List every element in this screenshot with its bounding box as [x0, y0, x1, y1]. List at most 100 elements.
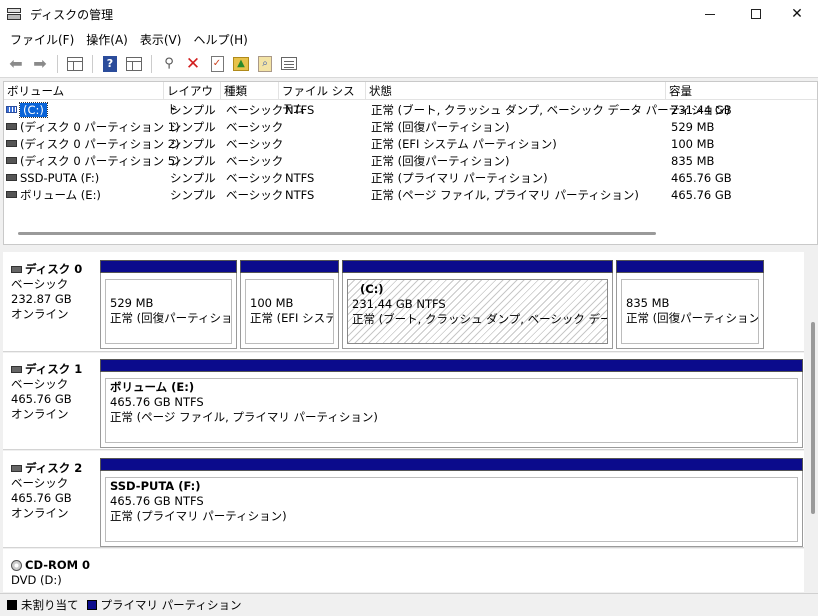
partition-f[interactable]: SSD-PUTA (F:) 465.76 GB NTFS 正常 (プライマリ パ…: [100, 458, 803, 547]
volume-type: ベーシック: [226, 103, 284, 117]
open-button[interactable]: ▲: [231, 54, 251, 74]
volume-filesystem: NTFS: [285, 171, 315, 185]
close-button[interactable]: ✕: [774, 0, 818, 28]
menu-help[interactable]: ヘルプ(H): [187, 31, 253, 48]
partition-e[interactable]: ボリューム (E:) 465.76 GB NTFS 正常 (ページ ファイル, …: [100, 359, 803, 448]
column-header-capacity[interactable]: 容量: [666, 82, 817, 100]
disk-1-label[interactable]: ディスク 1 ベーシック 465.76 GB オンライン: [6, 362, 100, 422]
volume-list[interactable]: ボリューム レイアウト 種類 ファイル システム 状態 容量 (C:) シンプル…: [3, 81, 818, 245]
title-bar: ディスクの管理 ✕: [0, 0, 818, 28]
table-row[interactable]: (ディスク 0 パーティション 5) シンプル ベーシック 正常 (回復パーティ…: [4, 153, 817, 170]
pane-splitter[interactable]: [0, 245, 818, 252]
toolbar-separator: [57, 54, 58, 73]
table-row[interactable]: ボリューム (E:) シンプル ベーシック NTFS 正常 (ページ ファイル,…: [4, 187, 817, 204]
legend-swatch: [86, 600, 97, 610]
partition-c[interactable]: (C:) 231.44 GB NTFS 正常 (ブート, クラッシュ ダンプ, …: [342, 260, 613, 349]
volume-type: ベーシック: [226, 137, 284, 151]
volume-layout: シンプル: [170, 120, 216, 134]
volume-icon: [6, 191, 17, 198]
toolbar-separator: [151, 54, 152, 73]
table-row[interactable]: (C:) シンプル ベーシック NTFS 正常 (ブート, クラッシュ ダンプ,…: [4, 102, 817, 119]
volume-list-header: ボリューム レイアウト 種類 ファイル システム 状態 容量: [4, 82, 817, 116]
legend-swatch: [7, 600, 17, 610]
search-document-icon: ⌕: [258, 55, 272, 72]
volume-status: 正常 (ページ ファイル, プライマリ パーティション): [371, 188, 639, 202]
column-header-status[interactable]: 状態: [366, 82, 666, 100]
partition-size: 100 MB: [250, 296, 294, 310]
horizontal-scrollbar[interactable]: [18, 232, 656, 235]
disk-icon: [11, 366, 22, 373]
properties-button[interactable]: [279, 54, 299, 74]
volume-layout: シンプル: [170, 154, 216, 168]
disk-state: オンライン: [11, 307, 69, 321]
menu-view[interactable]: 表示(V): [134, 31, 188, 48]
delete-button[interactable]: ✕: [183, 54, 203, 74]
volume-type: ベーシック: [226, 120, 284, 134]
vertical-scrollbar[interactable]: [811, 322, 815, 514]
legend-primary: プライマリ パーティション: [86, 597, 241, 613]
menu-action[interactable]: 操作(A): [80, 31, 134, 48]
menu-file[interactable]: ファイル(F): [4, 31, 80, 48]
volume-type: ベーシック: [226, 171, 284, 185]
minimize-button[interactable]: [687, 0, 733, 28]
show-hide-console-tree-button[interactable]: [65, 54, 85, 74]
table-row[interactable]: (ディスク 0 パーティション 2) シンプル ベーシック 正常 (EFI シス…: [4, 136, 817, 153]
minimize-icon: [705, 13, 715, 15]
column-header-filesystem[interactable]: ファイル システム: [279, 82, 366, 116]
volume-layout: シンプル: [170, 137, 216, 151]
connect-virtual-disk-button[interactable]: ⚲: [159, 54, 179, 74]
disk-name: CD-ROM 0: [25, 558, 91, 572]
primary-partition-bar: [342, 260, 613, 273]
volume-status: 正常 (回復パーティション): [371, 154, 510, 168]
close-icon: ✕: [791, 6, 803, 22]
disk-icon: [11, 465, 22, 472]
properties-icon: [281, 57, 297, 70]
volume-icon: [6, 174, 17, 181]
disk-name: ディスク 0: [25, 262, 83, 276]
disk-0-label[interactable]: ディスク 0 ベーシック 232.87 GB オンライン: [6, 262, 100, 322]
column-header-layout[interactable]: レイアウト: [164, 82, 221, 116]
volume-name: SSD-PUTA (F:): [20, 171, 100, 185]
partition-size: 529 MB: [110, 296, 154, 310]
partition-size: 231.44 GB NTFS: [352, 297, 446, 311]
partition-status: 正常 (EFI システム: [250, 311, 333, 325]
primary-partition-bar: [240, 260, 339, 273]
partition-efi[interactable]: 100 MB 正常 (EFI システム: [240, 260, 339, 349]
table-row[interactable]: (ディスク 0 パーティション 1) シンプル ベーシック 正常 (回復パーティ…: [4, 119, 817, 136]
check-button[interactable]: ✓: [207, 54, 227, 74]
volume-capacity: 835 MB: [671, 154, 715, 168]
forward-button[interactable]: ➡: [30, 54, 50, 74]
partition-status: 正常 (回復パーティション): [110, 311, 232, 325]
disk-2-label[interactable]: ディスク 2 ベーシック 465.76 GB オンライン: [6, 461, 100, 521]
volume-type: ベーシック: [226, 154, 284, 168]
disk-name: ディスク 2: [25, 461, 83, 475]
disk-management-icon: [6, 7, 22, 21]
volume-capacity: 529 MB: [671, 120, 715, 134]
column-header-type[interactable]: 種類: [221, 82, 279, 100]
column-header-volume[interactable]: ボリューム: [4, 82, 164, 100]
partition-recovery-2[interactable]: 835 MB 正常 (回復パーティション): [616, 260, 764, 349]
folder-up-icon: ▲: [233, 56, 249, 71]
volume-layout: シンプル: [170, 103, 216, 117]
maximize-button[interactable]: [733, 0, 779, 28]
partition-size: 465.76 GB NTFS: [110, 395, 204, 409]
back-button[interactable]: ⬅: [6, 54, 26, 74]
cdrom-label[interactable]: CD-ROM 0 DVD (D:): [6, 558, 100, 588]
partition-status: 正常 (ページ ファイル, プライマリ パーティション): [110, 410, 378, 424]
show-hide-action-pane-button[interactable]: [124, 54, 144, 74]
table-row[interactable]: SSD-PUTA (F:) シンプル ベーシック NTFS 正常 (プライマリ …: [4, 170, 817, 187]
volume-type: ベーシック: [226, 188, 284, 202]
volume-icon: [6, 157, 17, 164]
help-button[interactable]: ?: [100, 54, 120, 74]
explore-button[interactable]: ⌕: [255, 54, 275, 74]
primary-partition-bar: [100, 260, 237, 273]
cdrom-row: [3, 549, 804, 592]
action-pane-icon: [126, 56, 142, 71]
volume-layout: シンプル: [170, 171, 216, 185]
selected-partition-hatch: (C:) 231.44 GB NTFS 正常 (ブート, クラッシュ ダンプ, …: [347, 279, 608, 344]
disk-map: ディスク 0 ベーシック 232.87 GB オンライン 529 MB 正常 (…: [3, 252, 818, 592]
volume-filesystem: NTFS: [285, 188, 315, 202]
partition-recovery-1[interactable]: 529 MB 正常 (回復パーティション): [100, 260, 237, 349]
maximize-icon: [751, 9, 761, 19]
legend: 未割り当て プライマリ パーティション: [0, 593, 818, 616]
